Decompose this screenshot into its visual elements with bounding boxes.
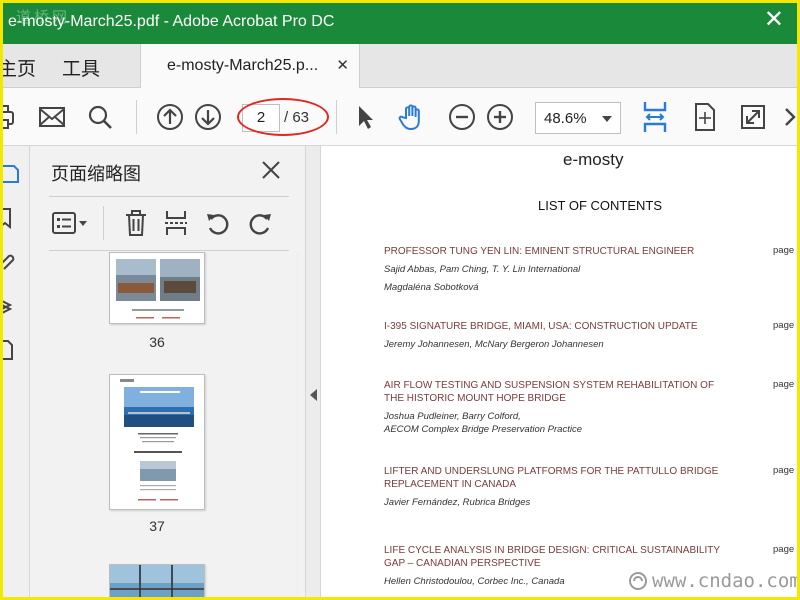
toc-entry[interactable]: I-395 SIGNATURE BRIDGE, MIAMI, USA: CONS…: [384, 320, 724, 351]
thumbnail-page-label: 36: [149, 334, 165, 350]
toc-entry-title: I-395 SIGNATURE BRIDGE, MIAMI, USA: CONS…: [384, 321, 698, 332]
document-brand: e-mosty: [563, 150, 624, 169]
mail-icon[interactable]: [36, 101, 68, 133]
fit-width-icon[interactable]: [638, 98, 672, 136]
toc-entry-author: Joshua Pudleiner, Barry Colford,: [384, 411, 521, 422]
chevron-down-icon: [602, 116, 612, 122]
toc-entry-author: Jeremy Johannesen, McNary Bergeron Johan…: [384, 339, 604, 350]
print-icon[interactable]: [0, 101, 18, 133]
rotate-right-icon[interactable]: [245, 208, 275, 238]
panel-title: 页面缩略图: [51, 164, 141, 184]
more-icon[interactable]: [782, 101, 800, 133]
panel-divider: [49, 196, 289, 197]
fullscreen-icon[interactable]: [737, 101, 769, 133]
thumbnail-page[interactable]: [109, 564, 205, 600]
zoom-in-icon[interactable]: [484, 101, 516, 133]
toc-entry-title: PROFESSOR TUNG YEN LIN: EMINENT STRUCTUR…: [384, 246, 695, 257]
toc-entry-page: page: [773, 320, 795, 331]
thumbnail-page-label: 37: [149, 518, 165, 534]
toc-entry-title: LIFE CYCLE ANALYSIS IN BRIDGE DESIGN: CR…: [384, 545, 720, 569]
bookmarks-icon[interactable]: [0, 206, 22, 230]
panel-toolbar-separator: [103, 206, 104, 240]
thumbnail-page[interactable]: [109, 252, 205, 324]
navigation-rail: [0, 146, 30, 600]
zoom-select[interactable]: 48.6%: [535, 102, 621, 134]
document-tab[interactable]: e-mosty-March25.p... ✕: [140, 44, 360, 88]
thumbnail-options-icon[interactable]: [51, 208, 91, 238]
toc-entry[interactable]: LIFTER AND UNDERSLUNG PLATFORMS FOR THE …: [384, 465, 724, 509]
thumbnail-scrollbar[interactable]: [296, 252, 299, 600]
watermark-logo-icon: [628, 571, 648, 591]
thumbnail-page[interactable]: [109, 374, 205, 510]
page-fit-icon[interactable]: [689, 101, 721, 133]
panel-divider: [49, 250, 289, 251]
toolbar-separator: [336, 100, 337, 134]
toc-entry-page: page: [773, 245, 795, 256]
toc-entry[interactable]: PROFESSOR TUNG YEN LIN: EMINENT STRUCTUR…: [384, 245, 724, 294]
tab-close-button[interactable]: ✕: [336, 56, 349, 74]
next-page-icon[interactable]: [192, 101, 224, 133]
collapse-arrow-icon: [310, 389, 317, 401]
watermark-bottom: www.cndao.com: [652, 570, 800, 592]
toc-entry-author: Sajid Abbas, Pam Ching, T. Y. Lin Intern…: [384, 264, 581, 275]
select-cursor-icon[interactable]: [349, 101, 381, 133]
layers-icon[interactable]: [0, 294, 22, 318]
toc-entry[interactable]: AIR FLOW TESTING AND SUSPENSION SYSTEM R…: [384, 379, 724, 436]
document-tab-label: e-mosty-March25.p...: [167, 57, 319, 74]
title-bar: 道桥网 e-mosty-March25.pdf - Adobe Acrobat …: [0, 0, 800, 44]
highlight-ellipse: [237, 98, 329, 136]
toc-entry-page: page: [773, 544, 795, 555]
menu-bar: 主页 工具 e-mosty-March25.p... ✕: [0, 44, 800, 88]
window-close-button[interactable]: ✕: [764, 8, 784, 32]
window-title: e-mosty-March25.pdf - Adobe Acrobat Pro …: [8, 13, 335, 30]
toc-entry-title: AIR FLOW TESTING AND SUSPENSION SYSTEM R…: [384, 380, 715, 404]
attachments-icon[interactable]: [0, 250, 22, 274]
thumbnails-icon[interactable]: [0, 162, 22, 186]
toc-entry-page: page: [773, 379, 795, 390]
zoom-value: 48.6%: [544, 110, 587, 127]
toc-entry-author: AECOM Complex Bridge Preservation Practi…: [384, 424, 582, 435]
zoom-out-icon[interactable]: [446, 101, 478, 133]
toc-entry-title: LIFTER AND UNDERSLUNG PLATFORMS FOR THE …: [384, 466, 719, 490]
prev-page-icon[interactable]: [154, 101, 186, 133]
panel-collapse-handle[interactable]: [305, 146, 321, 600]
toc-entry-author: Javier Fernández, Rubrica Bridges: [384, 497, 531, 508]
page-icon[interactable]: [0, 338, 22, 362]
insert-page-icon[interactable]: [161, 208, 191, 238]
thumbnail-list: 36 37: [49, 252, 299, 600]
toc-entry-author: Magdaléna Sobotková: [384, 282, 479, 293]
menu-tools[interactable]: 工具: [62, 54, 100, 81]
search-icon[interactable]: [84, 101, 116, 133]
menu-home[interactable]: 主页: [0, 54, 36, 81]
delete-icon[interactable]: [121, 208, 151, 238]
hand-tool-icon[interactable]: [396, 101, 428, 133]
rotate-left-icon[interactable]: [203, 208, 233, 238]
document-heading: LIST OF CONTENTS: [538, 198, 662, 213]
panel-close-icon[interactable]: [259, 158, 283, 182]
toolbar-separator: [136, 100, 137, 134]
document-view[interactable]: e-mosty LIST OF CONTENTS PROFESSOR TUNG …: [321, 146, 800, 600]
toc-entry-page: page: [773, 465, 795, 476]
page-thumbnails-panel: 页面缩略图 36 37: [31, 146, 305, 600]
toolbar: 2 / 63 48.6%: [0, 88, 800, 146]
